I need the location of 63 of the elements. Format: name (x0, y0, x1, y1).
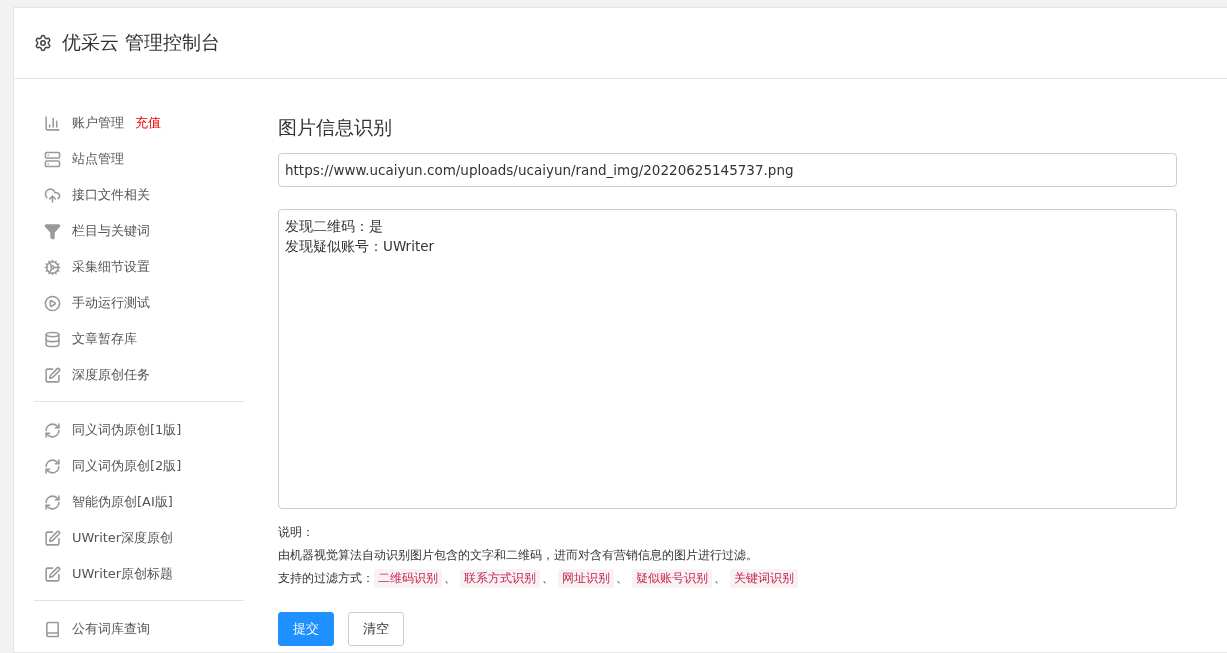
refresh-icon (44, 457, 61, 475)
clear-button[interactable]: 清空 (348, 612, 404, 646)
filter-method-tag: 疑似账号识别 (632, 569, 712, 588)
url-input-field[interactable]: https://www.ucaiyun.com/uploads/ucaiyun/rand_img/20220625145737.png (278, 153, 1177, 187)
notes-heading: 说明： (278, 524, 315, 541)
result-line: 发现二维码：是 (285, 217, 383, 236)
filter-method-tag: 联系方式识别 (460, 569, 540, 588)
methods-label: 支持的过滤方式： (278, 570, 374, 587)
cloud-upload-icon (44, 186, 61, 204)
separator-mark: 、 (713, 570, 727, 587)
sidebar-label: 栏目与关键词 (72, 222, 150, 240)
console-title: 优采云 管理控制台 (62, 30, 221, 55)
sidebar-label: 同义词伪原创[2版] (72, 457, 182, 475)
sidebar-item[interactable]: UWriter深度原创 (34, 520, 244, 556)
refresh-icon (44, 421, 61, 439)
sidebar-label: 站点管理 (72, 150, 124, 168)
gears-icon (44, 258, 61, 276)
refresh-icon (44, 493, 61, 511)
sidebar-label: UWriter原创标题 (72, 565, 174, 583)
sidebar-label: 手动运行测试 (72, 294, 150, 312)
filter-method-tag: 二维码识别 (374, 569, 442, 588)
sidebar-label: 采集细节设置 (72, 258, 150, 276)
separator-mark: 、 (615, 570, 629, 587)
sidebar-item[interactable]: 栏目与关键词 (34, 213, 244, 249)
edit-icon (44, 366, 61, 384)
sidebar-label: 公有词库查询 (72, 620, 150, 638)
notes-description: 由机器视觉算法自动识别图片包含的文字和二维码，进而对含有营销信息的图片进行过滤。 (278, 547, 759, 564)
sidebar-item[interactable]: 手动运行测试 (34, 285, 244, 321)
sidebar-item[interactable]: 文章暂存库 (34, 321, 244, 357)
sidebar-item[interactable]: 智能伪原创[AI版] (34, 484, 244, 520)
database-icon (44, 330, 61, 348)
result-textarea[interactable]: 发现二维码：是 发现疑似账号：UWriter (278, 209, 1177, 509)
sidebar-label: 同义词伪原创[1版] (72, 421, 182, 439)
sidebar-label: 智能伪原创[AI版] (72, 493, 173, 511)
separator-mark: 、 (541, 570, 555, 587)
sidebar-item[interactable]: 账户管理 充值 (34, 105, 244, 141)
sidebar-item[interactable]: 同义词伪原创[1版] (34, 412, 244, 448)
sidebar-item[interactable]: 公有词库查询 (34, 611, 244, 647)
sidebar-item[interactable]: 站点管理 (34, 141, 244, 177)
settings-icon (34, 34, 52, 52)
recharge-link[interactable]: 充值 (135, 114, 161, 132)
sidebar-item[interactable]: 接口文件相关 (34, 177, 244, 213)
sidebar-label: 接口文件相关 (72, 186, 150, 204)
sidebar-label: 账户管理 (72, 114, 124, 132)
sidebar-item[interactable]: 深度原创任务 (34, 357, 244, 393)
edit-icon (44, 565, 61, 583)
page-heading: 图片信息识别 (278, 115, 393, 140)
edit-icon (44, 529, 61, 547)
sidebar-item[interactable]: UWriter原创标题 (34, 556, 244, 592)
sidebar-label: 文章暂存库 (72, 330, 137, 348)
server-icon (44, 150, 61, 168)
sidebar-item[interactable]: 同义词伪原创[2版] (34, 448, 244, 484)
result-line: 发现疑似账号：UWriter (285, 237, 435, 256)
filter-method-tag: 关键词识别 (730, 569, 798, 588)
sidebar-item[interactable]: 采集细节设置 (34, 249, 244, 285)
filter-icon (44, 222, 61, 240)
play-icon (44, 294, 61, 312)
bar-chart-icon (44, 114, 61, 132)
sidebar-label: 深度原创任务 (72, 366, 150, 384)
sidebar-label: UWriter深度原创 (72, 529, 174, 547)
separator-mark: 、 (443, 570, 457, 587)
book-icon (44, 620, 61, 638)
filter-method-tag: 网址识别 (558, 569, 614, 588)
